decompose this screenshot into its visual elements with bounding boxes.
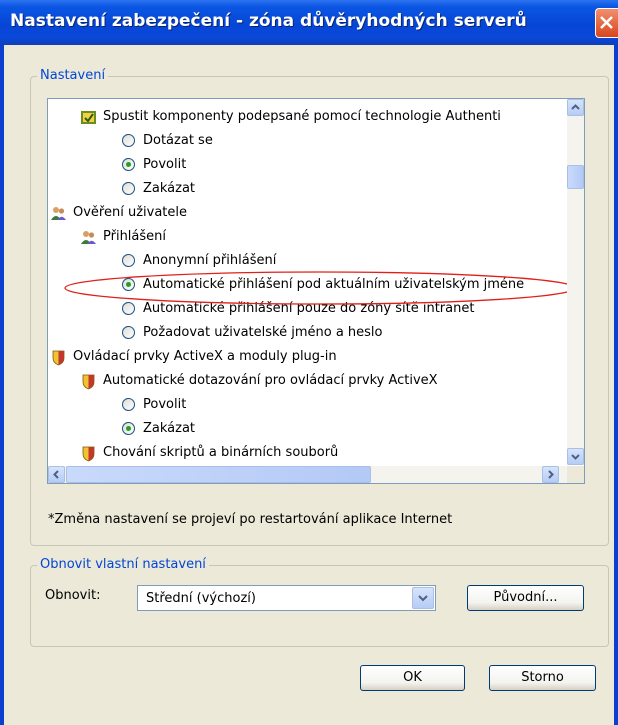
close-icon	[600, 16, 613, 29]
setting-label: Povolit	[143, 397, 187, 412]
ok-button[interactable]: OK	[360, 665, 465, 691]
reset-default-button[interactable]: Původní...	[467, 585, 584, 611]
users-icon	[80, 229, 97, 246]
activex-shield-icon	[50, 349, 67, 366]
activex-shield-icon	[80, 445, 97, 462]
radio-button[interactable]	[122, 398, 135, 411]
setting-label: Chování skriptů a binárních souborů	[103, 445, 339, 460]
settings-tree[interactable]: Spustit komponenty podepsané pomocí tech…	[47, 98, 585, 484]
reset-level-value: Střední (výchozí)	[146, 591, 256, 606]
setting-label: Ovládací prvky ActiveX a moduly plug-in	[73, 349, 337, 364]
arrow-up-icon	[571, 104, 580, 110]
users-icon	[50, 205, 67, 222]
radio-button[interactable]	[122, 182, 135, 195]
setting-label: Zakázat	[143, 421, 196, 436]
restart-note: *Změna nastavení se projeví po restartov…	[48, 512, 453, 527]
reset-label: Obnovit:	[45, 588, 101, 603]
setting-label: Povolit	[143, 157, 187, 172]
scroll-up-button[interactable]	[567, 99, 584, 116]
radio-button[interactable]	[122, 302, 135, 315]
scrollbar-corner	[567, 466, 584, 483]
scroll-left-button[interactable]	[48, 466, 65, 483]
activex-shield-icon	[80, 373, 97, 390]
setting-label: Dotázat se	[143, 133, 213, 148]
close-button[interactable]	[595, 8, 618, 38]
arrow-down-icon	[571, 454, 580, 460]
setting-label: Spustit komponenty podepsané pomocí tech…	[103, 109, 501, 124]
vertical-scroll-thumb[interactable]	[567, 165, 584, 189]
radio-button[interactable]	[122, 254, 135, 267]
authenticode-icon	[80, 109, 97, 126]
arrow-left-icon	[53, 470, 59, 479]
scroll-down-button[interactable]	[567, 448, 584, 465]
setting-label: Požadovat uživatelské jméno a heslo	[143, 325, 383, 340]
setting-label: Automatické přihlášení pod aktuálním uži…	[143, 277, 525, 292]
reset-group-label: Obnovit vlastní nastavení	[37, 557, 209, 572]
setting-label: Přihlášení	[103, 229, 167, 244]
window-title: Nastavení zabezpečení - zóna důvěryhodný…	[10, 11, 527, 31]
chevron-down-icon	[418, 595, 428, 602]
setting-label: Zakázat	[143, 181, 196, 196]
settings-list: Spustit komponenty podepsané pomocí tech…	[48, 99, 560, 465]
scroll-right-button[interactable]	[542, 466, 559, 483]
radio-button[interactable]	[122, 422, 135, 435]
horizontal-scrollbar[interactable]	[48, 466, 567, 483]
vertical-scrollbar[interactable]	[567, 99, 584, 465]
setting-label: Automatické přihlášení pouze do zóny sít…	[143, 301, 475, 316]
reset-level-select[interactable]: Střední (výchozí)	[137, 585, 436, 611]
radio-button[interactable]	[122, 326, 135, 339]
cancel-button[interactable]: Storno	[489, 665, 596, 691]
dropdown-arrow-button[interactable]	[412, 587, 434, 609]
horizontal-scroll-thumb[interactable]	[66, 466, 371, 483]
setting-label: Ověření uživatele	[73, 205, 188, 220]
settings-group-label: Nastavení	[37, 68, 109, 83]
radio-button[interactable]	[122, 134, 135, 147]
radio-button[interactable]	[122, 158, 135, 171]
title-bar[interactable]: Nastavení zabezpečení - zóna důvěryhodný…	[0, 0, 618, 45]
arrow-right-icon	[548, 470, 554, 479]
setting-label: Anonymní přihlášení	[143, 253, 277, 268]
setting-label: Automatické dotazování pro ovládací prvk…	[103, 373, 438, 388]
radio-button[interactable]	[122, 278, 135, 291]
